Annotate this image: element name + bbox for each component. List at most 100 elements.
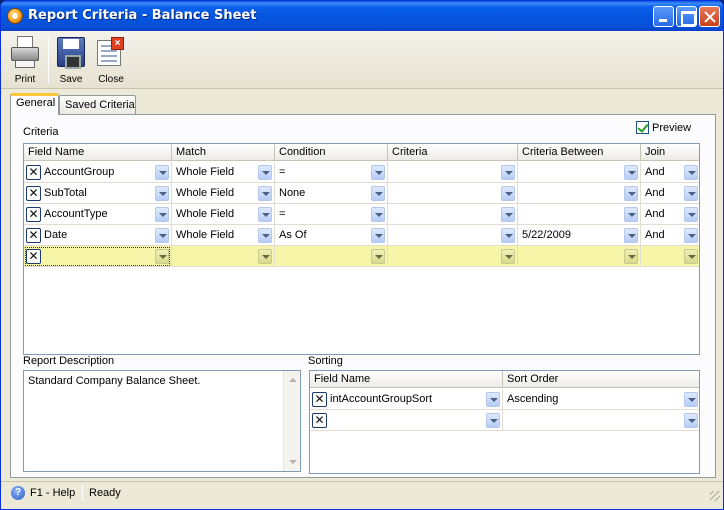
field-name-cell[interactable]: ✕ AccountType xyxy=(24,204,172,225)
match-cell[interactable]: Whole Field xyxy=(172,225,275,246)
sort-order-cell[interactable]: Ascending xyxy=(503,389,699,410)
chevron-down-icon[interactable] xyxy=(624,186,638,201)
condition-cell[interactable]: = xyxy=(275,204,388,225)
tab-saved-criteria[interactable]: Saved Criteria xyxy=(59,95,136,114)
chevron-down-icon[interactable] xyxy=(155,249,169,264)
criteria-between-cell[interactable] xyxy=(518,183,641,204)
preview-checkbox[interactable]: Preview xyxy=(636,121,691,134)
criteria-between-cell[interactable]: 5/22/2009 xyxy=(518,225,641,246)
scroll-up-icon[interactable] xyxy=(285,372,300,388)
chevron-down-icon[interactable] xyxy=(155,186,169,201)
join-cell[interactable]: And xyxy=(641,225,699,246)
help-icon[interactable]: ? xyxy=(11,486,25,500)
condition-cell[interactable]: = xyxy=(275,162,388,183)
remove-row-icon[interactable]: ✕ xyxy=(26,207,41,222)
remove-row-icon[interactable]: ✕ xyxy=(312,392,327,407)
chevron-down-icon[interactable] xyxy=(501,186,515,201)
chevron-down-icon[interactable] xyxy=(155,207,169,222)
join-cell[interactable]: And xyxy=(641,183,699,204)
field-name-cell[interactable]: ✕ xyxy=(24,246,172,267)
chevron-down-icon[interactable] xyxy=(371,207,385,222)
column-header-criteria-between[interactable]: Criteria Between xyxy=(518,144,641,161)
remove-row-icon[interactable]: ✕ xyxy=(26,249,41,264)
chevron-down-icon[interactable] xyxy=(155,165,169,180)
join-cell[interactable]: And xyxy=(641,162,699,183)
chevron-down-icon[interactable] xyxy=(624,165,638,180)
chevron-down-icon[interactable] xyxy=(501,228,515,243)
field-name-cell[interactable]: ✕ Date xyxy=(24,225,172,246)
column-header-field-name[interactable]: Field Name xyxy=(24,144,172,161)
window-close-button[interactable] xyxy=(699,6,720,27)
remove-row-icon[interactable]: ✕ xyxy=(26,228,41,243)
report-description-textarea[interactable]: Standard Company Balance Sheet. xyxy=(23,370,301,472)
chevron-down-icon[interactable] xyxy=(684,249,698,264)
criteria-cell[interactable] xyxy=(388,246,518,267)
column-header-criteria[interactable]: Criteria xyxy=(388,144,518,161)
column-header-match[interactable]: Match xyxy=(172,144,275,161)
chevron-down-icon[interactable] xyxy=(155,228,169,243)
criteria-cell[interactable] xyxy=(388,183,518,204)
field-name-cell[interactable]: ✕ AccountGroup xyxy=(24,162,172,183)
maximize-button[interactable] xyxy=(676,6,697,27)
remove-row-icon[interactable]: ✕ xyxy=(26,165,41,180)
match-cell[interactable] xyxy=(172,246,275,267)
resize-grip[interactable] xyxy=(710,491,720,501)
match-cell[interactable]: Whole Field xyxy=(172,162,275,183)
chevron-down-icon[interactable] xyxy=(684,413,698,428)
chevron-down-icon[interactable] xyxy=(371,249,385,264)
help-text[interactable]: F1 - Help xyxy=(30,487,75,499)
chevron-down-icon[interactable] xyxy=(624,249,638,264)
join-cell[interactable]: And xyxy=(641,204,699,225)
scroll-down-icon[interactable] xyxy=(285,454,300,470)
condition-cell[interactable]: None xyxy=(275,183,388,204)
field-name-cell[interactable]: ✕ SubTotal xyxy=(24,183,172,204)
save-button[interactable]: Save xyxy=(51,34,91,86)
column-header-sort-field-name[interactable]: Field Name xyxy=(310,371,503,388)
column-header-condition[interactable]: Condition xyxy=(275,144,388,161)
description-scrollbar[interactable] xyxy=(283,371,300,471)
chevron-down-icon[interactable] xyxy=(624,207,638,222)
chevron-down-icon[interactable] xyxy=(258,165,272,180)
chevron-down-icon[interactable] xyxy=(371,165,385,180)
chevron-down-icon[interactable] xyxy=(501,249,515,264)
chevron-down-icon[interactable] xyxy=(624,228,638,243)
match-cell[interactable]: Whole Field xyxy=(172,204,275,225)
chevron-down-icon[interactable] xyxy=(371,228,385,243)
print-button[interactable]: Print xyxy=(5,34,45,86)
match-cell[interactable]: Whole Field xyxy=(172,183,275,204)
criteria-between-cell[interactable] xyxy=(518,204,641,225)
chevron-down-icon[interactable] xyxy=(258,249,272,264)
chevron-down-icon[interactable] xyxy=(486,413,500,428)
close-button[interactable]: × Close xyxy=(91,34,131,86)
chevron-down-icon[interactable] xyxy=(684,392,698,407)
criteria-cell[interactable] xyxy=(388,162,518,183)
chevron-down-icon[interactable] xyxy=(371,186,385,201)
chevron-down-icon[interactable] xyxy=(684,165,698,180)
minimize-button[interactable] xyxy=(653,6,674,27)
chevron-down-icon[interactable] xyxy=(486,392,500,407)
condition-cell[interactable]: As Of xyxy=(275,225,388,246)
chevron-down-icon[interactable] xyxy=(258,228,272,243)
sort-order-cell[interactable] xyxy=(503,410,699,431)
remove-row-icon[interactable]: ✕ xyxy=(26,186,41,201)
criteria-between-cell[interactable] xyxy=(518,162,641,183)
check-icon[interactable] xyxy=(636,121,649,134)
join-cell[interactable] xyxy=(641,246,699,267)
sort-field-name-cell[interactable]: ✕ intAccountGroupSort xyxy=(310,389,503,410)
sort-field-name-cell[interactable]: ✕ xyxy=(310,410,503,431)
criteria-cell[interactable] xyxy=(388,225,518,246)
chevron-down-icon[interactable] xyxy=(501,207,515,222)
column-header-join[interactable]: Join xyxy=(641,144,699,161)
column-header-sort-order[interactable]: Sort Order xyxy=(503,371,699,388)
title-bar[interactable]: Report Criteria - Balance Sheet xyxy=(1,1,723,31)
tab-general[interactable]: General xyxy=(10,93,59,115)
chevron-down-icon[interactable] xyxy=(684,186,698,201)
chevron-down-icon[interactable] xyxy=(258,207,272,222)
chevron-down-icon[interactable] xyxy=(258,186,272,201)
condition-cell[interactable] xyxy=(275,246,388,267)
chevron-down-icon[interactable] xyxy=(684,207,698,222)
criteria-cell[interactable] xyxy=(388,204,518,225)
chevron-down-icon[interactable] xyxy=(501,165,515,180)
app-icon[interactable] xyxy=(7,8,23,24)
remove-row-icon[interactable]: ✕ xyxy=(312,413,327,428)
